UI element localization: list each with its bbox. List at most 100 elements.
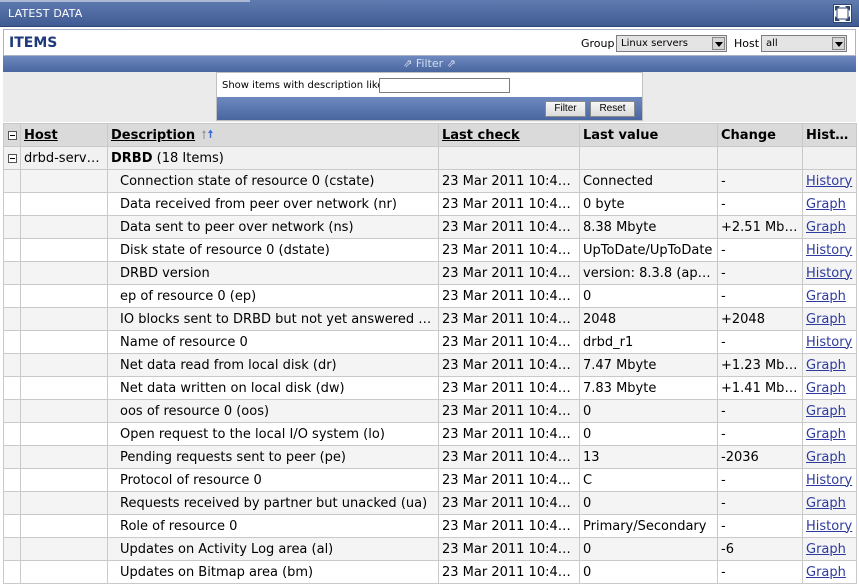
item-history-cell: Graph xyxy=(802,307,857,331)
chevron-down-icon[interactable] xyxy=(712,37,725,50)
item-history-link[interactable]: Graph xyxy=(806,565,846,580)
empty-cell xyxy=(20,514,108,538)
empty-cell xyxy=(3,307,21,331)
item-history-cell: History xyxy=(802,261,857,285)
host-select[interactable]: all xyxy=(761,35,847,52)
table-row: Requests received by partner but unacked… xyxy=(3,491,857,515)
item-history-link[interactable]: Graph xyxy=(806,358,846,373)
item-history-cell: Graph xyxy=(802,353,857,377)
items-title: ITEMS xyxy=(9,35,58,51)
chevron-down-icon[interactable] xyxy=(832,37,845,50)
item-description: Name of resource 0 xyxy=(107,330,439,354)
empty-cell xyxy=(20,376,108,400)
empty-cell xyxy=(20,560,108,584)
empty-cell xyxy=(3,514,21,538)
item-history-link[interactable]: History xyxy=(806,473,852,488)
table-row: Data received from peer over network (nr… xyxy=(3,192,857,216)
empty-cell xyxy=(3,261,21,285)
item-history-link[interactable]: Graph xyxy=(806,496,846,511)
empty-cell xyxy=(20,330,108,354)
item-last-check: 23 Mar 2011 10:44:25 xyxy=(438,468,580,492)
filter-toggle-bar[interactable]: ⇗ Filter ⇗ xyxy=(3,56,856,72)
table-row: Connection state of resource 0 (cstate) 2… xyxy=(3,169,857,193)
item-description: Data received from peer over network (nr… xyxy=(107,192,439,216)
item-last-check: 23 Mar 2011 10:44:23 xyxy=(438,261,580,285)
group-collapse-cell xyxy=(3,146,21,170)
item-history-link[interactable]: Graph xyxy=(806,220,846,235)
item-change: +1.23 Mbyte xyxy=(717,353,803,377)
item-history-cell: Graph xyxy=(802,284,857,308)
reset-button[interactable]: Reset xyxy=(590,101,635,117)
item-history-link[interactable]: History xyxy=(806,243,852,258)
item-history-cell: Graph xyxy=(802,399,857,423)
items-header: ITEMS Group Linux servers Host all xyxy=(3,29,856,56)
item-change: - xyxy=(717,468,803,492)
item-change: -6 xyxy=(717,537,803,561)
empty-cell xyxy=(3,238,21,262)
item-last-check: 23 Mar 2011 10:44:23 xyxy=(438,422,580,446)
item-last-check: 23 Mar 2011 10:44:12 xyxy=(438,307,580,331)
group-title-cell: DRBD (18 Items) xyxy=(107,146,439,170)
table-row: Role of resource 0 23 Mar 2011 10:44:23 Pr… xyxy=(3,514,857,538)
item-history-link[interactable]: Graph xyxy=(806,289,846,304)
sort-last-check-link[interactable]: Last check xyxy=(442,128,520,143)
col-history: History xyxy=(802,123,857,147)
empty-cell xyxy=(3,468,21,492)
table-row: DRBD version 23 Mar 2011 10:44:23 version:… xyxy=(3,261,857,285)
table-row: Open request to the local I/O system (lo… xyxy=(3,422,857,446)
empty-cell xyxy=(3,445,21,469)
sort-description-link[interactable]: Description xyxy=(111,128,195,143)
item-last-value: UpToDate/UpToDate xyxy=(579,238,718,262)
item-last-value: 0 xyxy=(579,399,718,423)
item-last-check: 23 Mar 2011 10:44:23 xyxy=(438,514,580,538)
item-history-link[interactable]: Graph xyxy=(806,197,846,212)
item-description: IO blocks sent to DRBD but not yet answe… xyxy=(107,307,439,331)
item-history-link[interactable]: Graph xyxy=(806,312,846,327)
item-history-cell: Graph xyxy=(802,422,857,446)
empty-cell xyxy=(20,307,108,331)
item-history-link[interactable]: Graph xyxy=(806,381,846,396)
window-title: LATEST DATA xyxy=(8,7,83,20)
item-description: DRBD version xyxy=(107,261,439,285)
item-history-link[interactable]: History xyxy=(806,519,852,534)
item-last-value: 7.83 Mbyte xyxy=(579,376,718,400)
group-label: Group xyxy=(581,37,615,50)
collapse-group-icon[interactable] xyxy=(8,153,17,163)
group-select[interactable]: Linux servers xyxy=(616,35,727,52)
item-history-cell: Graph xyxy=(802,537,857,561)
item-history-cell: History xyxy=(802,468,857,492)
item-history-cell: Graph xyxy=(802,560,857,584)
item-history-link[interactable]: History xyxy=(806,174,852,189)
item-last-value: version: 8.3.8 (api: ... xyxy=(579,261,718,285)
item-history-link[interactable]: Graph xyxy=(806,427,846,442)
item-history-cell: Graph xyxy=(802,215,857,239)
collapse-all-icon[interactable] xyxy=(8,130,17,140)
table-row: Name of resource 0 23 Mar 2011 10:44:12 dr… xyxy=(3,330,857,354)
empty-cell xyxy=(20,353,108,377)
empty-cell xyxy=(3,560,21,584)
table-row: Net data read from local disk (dr) 23 Mar… xyxy=(3,353,857,377)
item-history-link[interactable]: Graph xyxy=(806,542,846,557)
item-history-link[interactable]: History xyxy=(806,266,852,281)
sort-host-link[interactable]: Host xyxy=(24,128,58,143)
item-history-link[interactable]: Graph xyxy=(806,404,846,419)
item-change: - xyxy=(717,284,803,308)
item-history-cell: History xyxy=(802,238,857,262)
window-titlebar: LATEST DATA xyxy=(0,0,859,27)
fullscreen-icon[interactable] xyxy=(833,4,852,23)
group-row: drbd-server-1 DRBD (18 Items) xyxy=(3,146,857,170)
item-description: Data sent to peer over network (ns) xyxy=(107,215,439,239)
item-last-value: 0 xyxy=(579,491,718,515)
table-row: Pending requests sent to peer (pe) 23 Mar… xyxy=(3,445,857,469)
item-history-link[interactable]: History xyxy=(806,335,852,350)
description-filter-input[interactable] xyxy=(379,78,510,93)
item-change: - xyxy=(717,169,803,193)
item-history-link[interactable]: Graph xyxy=(806,450,846,465)
table-row: Updates on Bitmap area (bm) 23 Mar 2011 1… xyxy=(3,560,857,584)
double-chevron-up-icon: ⇗ xyxy=(446,57,456,70)
filter-button[interactable]: Filter xyxy=(545,101,586,117)
item-description: Protocol of resource 0 xyxy=(107,468,439,492)
item-change: - xyxy=(717,399,803,423)
item-last-value: 0 xyxy=(579,422,718,446)
group-host: drbd-server-1 xyxy=(20,146,108,170)
